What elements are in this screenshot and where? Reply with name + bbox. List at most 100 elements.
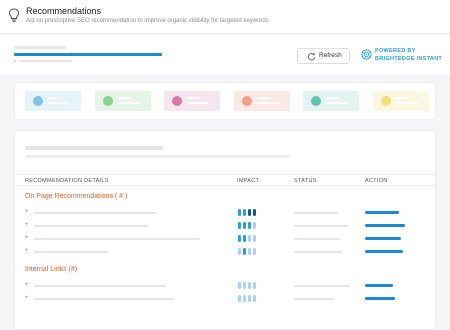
- impact-bar-segment: [253, 248, 256, 255]
- card-placeholder: [187, 97, 201, 99]
- card-placeholder: [48, 97, 62, 99]
- row-action-link[interactable]: [365, 250, 403, 253]
- table-row[interactable]: +: [15, 235, 435, 244]
- impact-bar-segment: [243, 248, 246, 255]
- table-row[interactable]: +: [15, 248, 435, 257]
- impact-bar-segment: [243, 222, 246, 229]
- impact-bar-segment: [248, 248, 251, 255]
- row-action-link[interactable]: [365, 237, 401, 240]
- impact-bar-segment: [253, 282, 256, 289]
- refresh-button[interactable]: Refresh: [297, 48, 350, 64]
- brightedge-logo-icon: [361, 49, 372, 60]
- metric-card[interactable]: [303, 91, 359, 111]
- refresh-icon: [307, 52, 316, 61]
- row-detail-placeholder: [34, 298, 174, 300]
- card-dot-icon: [102, 96, 113, 106]
- row-action-link[interactable]: [365, 297, 395, 300]
- table-row[interactable]: +: [15, 222, 435, 231]
- row-bullet-icon: +: [25, 248, 29, 254]
- row-detail-placeholder: [34, 285, 166, 287]
- row-action-link[interactable]: [365, 224, 405, 227]
- impact-bar-segment: [238, 282, 241, 289]
- impact-bar-segment: [248, 282, 251, 289]
- impact-bar-segment: [238, 209, 241, 216]
- row-detail-placeholder: [34, 238, 200, 240]
- table-header: RECOMMENDATION DETAILS IMPACT STATUS ACT…: [15, 174, 435, 186]
- row-bullet-icon: +: [25, 282, 29, 288]
- card-dot-icon: [241, 96, 252, 106]
- refresh-label: Refresh: [319, 52, 342, 59]
- card-placeholder: [395, 102, 418, 104]
- row-status-placeholder: [294, 298, 334, 300]
- placeholder-line: [25, 146, 163, 150]
- table-row[interactable]: +: [15, 295, 435, 304]
- impact-bar-segment: [243, 209, 246, 216]
- row-bullet-icon: +: [25, 209, 29, 215]
- table-row[interactable]: +: [15, 282, 435, 291]
- row-action-link[interactable]: [365, 211, 399, 214]
- row-action-link[interactable]: [365, 284, 393, 287]
- impact-bar-segment: [248, 209, 251, 216]
- section-title-internal-links[interactable]: Internal Links (#): [25, 266, 77, 273]
- impact-bar-segment: [238, 235, 241, 242]
- card-placeholder: [117, 102, 140, 104]
- card-placeholder: [395, 97, 410, 99]
- row-detail-placeholder: [34, 212, 156, 214]
- placeholder-line: [25, 155, 291, 158]
- impact-bar-segment: [248, 222, 251, 229]
- card-dot-icon: [311, 96, 321, 106]
- impact-bar-segment: [238, 222, 241, 229]
- row-bullet-icon: +: [25, 295, 29, 301]
- row-status-placeholder: [294, 225, 348, 227]
- card-placeholder: [48, 102, 70, 104]
- impact-bar-segment: [253, 295, 256, 302]
- lightbulb-icon: [8, 8, 20, 23]
- impact-bar-segment: [243, 235, 246, 242]
- page-subtitle: Act on prescriptive SEO recommendation t…: [26, 18, 269, 24]
- metric-card[interactable]: [25, 91, 81, 111]
- metric-cards: [14, 82, 436, 120]
- metric-card[interactable]: [233, 91, 290, 111]
- impact-bar-segment: [238, 295, 241, 302]
- column-status: STATUS: [294, 178, 317, 184]
- placeholder-line: [20, 60, 72, 62]
- progress-bar: [14, 53, 162, 56]
- section-title-on-page[interactable]: On Page Recommendations ( # ): [25, 193, 127, 200]
- impact-bar-segment: [253, 235, 256, 242]
- impact-bar-segment: [253, 222, 256, 229]
- placeholder-line: [14, 46, 66, 49]
- page-title: Recommendations: [26, 6, 102, 16]
- powered-by-label: POWERED BY: [375, 48, 416, 54]
- impact-bar-segment: [248, 235, 251, 242]
- column-impact: IMPACT: [237, 178, 260, 184]
- row-status-placeholder: [294, 212, 338, 214]
- recommendations-table: RECOMMENDATION DETAILS IMPACT STATUS ACT…: [14, 130, 436, 330]
- row-detail-placeholder: [34, 225, 148, 227]
- row-status-placeholder: [294, 238, 340, 240]
- impact-bar-segment: [243, 282, 246, 289]
- impact-bar-segment: [248, 295, 251, 302]
- column-action: ACTION: [365, 178, 388, 184]
- row-status-placeholder: [294, 285, 350, 287]
- card-placeholder: [187, 102, 209, 104]
- card-dot-icon: [33, 96, 43, 106]
- row-detail-placeholder: [34, 251, 108, 253]
- metric-card[interactable]: [164, 91, 220, 111]
- impact-bar-segment: [253, 209, 256, 216]
- row-bullet-icon: +: [25, 235, 29, 241]
- card-placeholder: [256, 102, 279, 104]
- impact-bar-segment: [243, 295, 246, 302]
- card-dot-icon: [380, 96, 391, 106]
- metric-card[interactable]: [94, 91, 151, 111]
- placeholder-dot: [14, 60, 16, 62]
- card-placeholder: [117, 97, 132, 99]
- column-recommendation-details: RECOMMENDATION DETAILS: [25, 178, 109, 184]
- metric-card[interactable]: [372, 91, 429, 111]
- row-bullet-icon: +: [25, 222, 29, 228]
- recommendations-page: Recommendations Act on prescriptive SEO …: [0, 0, 450, 330]
- row-status-placeholder: [294, 251, 342, 253]
- impact-bar-segment: [238, 248, 241, 255]
- card-dot-icon: [172, 96, 182, 106]
- brightedge-instant-label: BRIGHTEDGE INSTANT: [375, 56, 443, 62]
- table-row[interactable]: +: [15, 209, 435, 218]
